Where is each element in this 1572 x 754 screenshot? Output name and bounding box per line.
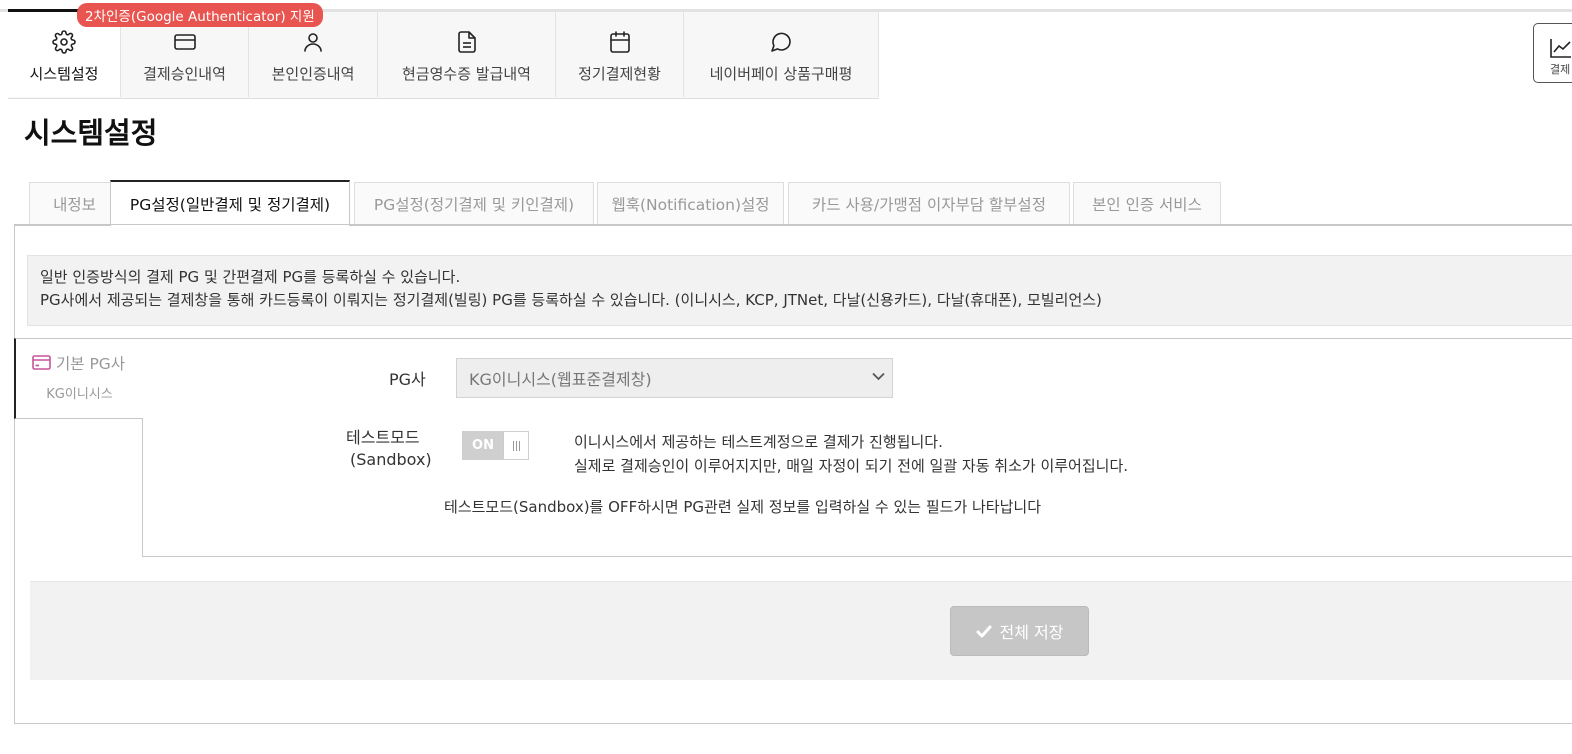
side-tab-sub: KG이니시스: [46, 387, 113, 402]
nav-label: 네이버페이 상품구매평: [709, 65, 853, 83]
chat-bubble-icon: [771, 32, 791, 52]
chart-line-icon: [1550, 39, 1571, 58]
credit-card-icon: [32, 355, 51, 370]
tab-webhook[interactable]: 웹훅(Notification)설정: [597, 182, 784, 224]
side-tab-name: 기본 PG사: [56, 355, 126, 373]
info-line: 일반 인증방식의 결제 PG 및 간편결제 PG를 등록하실 수 있습니다.: [40, 268, 461, 286]
pg-select[interactable]: KG이니시스(웹표준결제창): [456, 358, 893, 398]
tab-pg-billing-keyin[interactable]: PG설정(정기결제 및 키인결제): [354, 182, 594, 224]
credit-card-icon: [173, 34, 196, 50]
nav-subscription-status[interactable]: 정기결제현황: [556, 12, 684, 97]
nav-cash-receipts[interactable]: 현금영수증 발급내역: [378, 12, 556, 97]
description-line: 실제로 결제승인이 이루어지지만, 매일 자정이 되기 전에 일괄 자동 취소가…: [574, 457, 1129, 475]
info-box: 일반 인증방식의 결제 PG 및 간편결제 PG를 등록하실 수 있습니다. P…: [27, 255, 1572, 326]
info-line: PG사에서 제공되는 결제창을 통해 카드등록이 이뤄지는 정기결제(빌링) P…: [40, 291, 1102, 309]
pg-select-value: KG이니시스(웹표준결제창): [469, 370, 652, 389]
nav-label: 결제승인내역: [143, 65, 226, 83]
test-mode-label: 테스트모드: [346, 428, 420, 447]
description-line: 이니시스에서 제공하는 테스트계정으로 결제가 진행됩니다.: [574, 433, 943, 451]
user-icon: [304, 33, 322, 52]
chevron-down-icon: [872, 372, 885, 381]
toggle-on-text: ON: [463, 432, 503, 459]
tab-identity-service[interactable]: 본인 인증 서비스: [1073, 182, 1221, 224]
footer-area: [30, 581, 1572, 680]
gear-icon: [52, 30, 76, 54]
nav-label: 현금영수증 발급내역: [402, 65, 531, 83]
tab-pg-general-billing[interactable]: PG설정(일반결제 및 정기결제): [110, 180, 350, 226]
settings-tabs: 내정보 PG설정(일반결제 및 정기결제) PG설정(정기결제 및 키인결제) …: [14, 180, 1572, 226]
tab-installment[interactable]: 카드 사용/가맹점 이자부담 할부설정: [788, 182, 1070, 224]
calendar-icon: [609, 31, 630, 53]
test-mode-toggle[interactable]: ON: [462, 431, 529, 460]
test-mode-sub-label: (Sandbox): [350, 450, 432, 469]
save-all-button[interactable]: 전체 저장: [950, 606, 1089, 656]
document-icon: [457, 31, 476, 53]
side-tab-default-pg[interactable]: 기본 PG사 KG이니시스: [14, 338, 143, 419]
nav-label: 시스템설정: [29, 65, 99, 83]
nav-label: 정기결제현황: [578, 65, 661, 83]
check-icon: [976, 625, 992, 637]
2fa-support-badge: 2차인증(Google Authenticator) 지원: [77, 3, 323, 27]
tab-my-info[interactable]: 내정보: [29, 182, 120, 224]
sandbox-note: 테스트모드(Sandbox)를 OFF하시면 PG관련 실제 정보를 입력하실 …: [444, 498, 1042, 516]
stats-button[interactable]: 결제: [1533, 23, 1572, 83]
nav-naverpay-reviews[interactable]: 네이버페이 상품구매평: [684, 12, 879, 97]
toggle-knob: [503, 432, 528, 459]
page-title: 시스템설정: [24, 116, 158, 150]
nav-label: 본인인증내역: [271, 65, 355, 83]
stats-label: 결제: [1550, 63, 1571, 76]
pg-label: PG사: [389, 370, 426, 389]
test-mode-description: 이니시스에서 제공하는 테스트계정으로 결제가 진행됩니다. 실제로 결제승인이…: [574, 430, 1128, 478]
save-label: 전체 저장: [999, 623, 1064, 642]
